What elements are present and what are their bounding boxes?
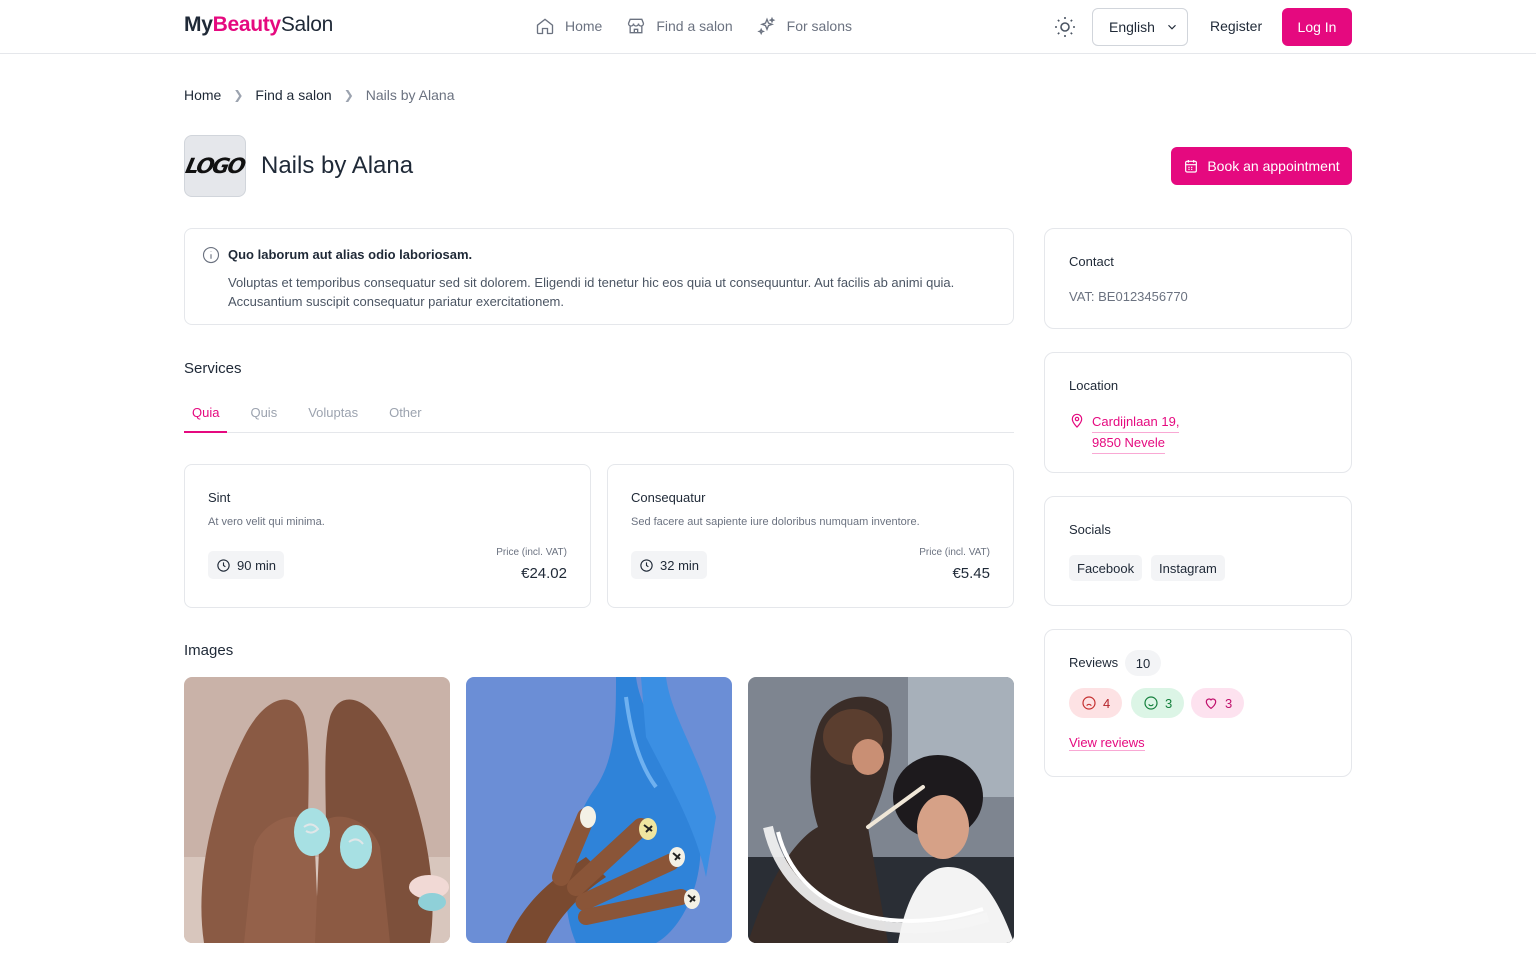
logo-my: My (184, 13, 213, 36)
nav-find-salon-label: Find a salon (656, 18, 733, 34)
positive-reviews-badge[interactable]: 3 (1131, 688, 1185, 718)
main-nav: Home Find a salon For salons (535, 16, 852, 36)
site-logo[interactable]: MyBeautySalon (184, 13, 333, 37)
salon-logo: LOGO (184, 135, 246, 197)
negative-reviews-badge[interactable]: 4 (1069, 688, 1123, 718)
love-reviews-badge[interactable]: 3 (1191, 688, 1245, 718)
sun-icon (1055, 17, 1075, 37)
home-icon (536, 18, 554, 35)
page-title: Nails by Alana (261, 152, 414, 179)
facebook-link[interactable]: Facebook (1069, 555, 1143, 581)
contact-card: Contact VAT: BE0123456770 (1044, 228, 1352, 329)
nav-home[interactable]: Home (535, 16, 602, 36)
duration-value: 32 min (660, 557, 700, 573)
chevron-down-icon (1168, 24, 1176, 30)
images-heading: Images (184, 642, 234, 659)
reviews-card: Reviews 10 4 3 3 View reviews (1044, 629, 1352, 777)
breadcrumb-find-salon[interactable]: Find a salon (255, 87, 331, 103)
contact-title: Contact (1069, 254, 1114, 269)
love-reviews-count: 3 (1225, 695, 1233, 711)
tab-quis[interactable]: Quis (242, 396, 285, 433)
services-heading: Services (184, 360, 242, 377)
location-card: Location Cardijnlaan 19, 9850 Nevele (1044, 352, 1352, 473)
makeup-artist-photo[interactable] (748, 677, 1014, 943)
breadcrumb: Home ❯ Find a salon ❯ Nails by Alana (184, 87, 454, 103)
language-select[interactable]: English (1092, 8, 1188, 46)
nav-find-salon[interactable]: Find a salon (626, 16, 733, 36)
info-body: Voluptas et temporibus consequatur sed s… (228, 275, 955, 309)
logo-beauty: Beauty (212, 13, 282, 36)
book-appointment-label: Book an appointment (1207, 158, 1340, 174)
price-label: Price (incl. VAT) (496, 547, 567, 558)
socials-title: Socials (1069, 522, 1111, 537)
service-description: Sed facere aut sapiente iure doloribus n… (631, 516, 920, 528)
address-link[interactable]: Cardijnlaan 19, 9850 Nevele (1092, 412, 1180, 454)
info-alert: Quo laborum aut alias odio laboriosam. V… (184, 228, 1014, 325)
smile-icon (1144, 696, 1158, 710)
tab-other[interactable]: Other (381, 396, 430, 433)
duration-value: 90 min (237, 557, 277, 573)
instagram-link[interactable]: Instagram (1151, 555, 1225, 581)
service-description: At vero velit qui minima. (208, 516, 325, 528)
clock-icon (217, 558, 230, 572)
duration-badge: 90 min (208, 551, 285, 579)
view-reviews-link[interactable]: View reviews (1069, 735, 1145, 751)
heart-icon (1205, 698, 1217, 710)
positive-reviews-count: 3 (1165, 695, 1173, 711)
blue-mannequin-nails-photo[interactable] (466, 677, 732, 943)
chevron-right-icon: ❯ (233, 88, 244, 102)
vat-number: VAT: BE0123456770 (1069, 289, 1188, 304)
duration-badge: 32 min (631, 551, 708, 579)
services-tabs: Quia Quis Voluptas Other (184, 396, 1014, 433)
salon-logo-text: LOGO (183, 154, 247, 178)
price-value: €24.02 (521, 565, 567, 582)
price-label: Price (incl. VAT) (919, 547, 990, 558)
calendar-icon (1185, 160, 1198, 173)
language-value: English (1109, 19, 1155, 35)
theme-toggle-button[interactable] (1053, 15, 1077, 39)
nail-art-photo[interactable] (184, 677, 450, 943)
reviews-count-badge: 10 (1125, 650, 1161, 676)
nav-for-salons[interactable]: For salons (756, 16, 852, 36)
logo-salon: Salon (280, 13, 334, 36)
tab-quia[interactable]: Quia (184, 396, 228, 433)
tab-voluptas[interactable]: Voluptas (300, 396, 366, 433)
book-appointment-button[interactable]: Book an appointment (1171, 147, 1352, 185)
frown-icon (1082, 696, 1096, 710)
price-value: €5.45 (952, 565, 990, 582)
address-line-2: 9850 Nevele (1092, 433, 1165, 454)
reviews-title: Reviews (1069, 655, 1119, 670)
register-link[interactable]: Register (1210, 18, 1262, 34)
info-title: Quo laborum aut alias odio laboriosam. (228, 247, 473, 262)
location-title: Location (1069, 378, 1119, 393)
service-card[interactable]: Consequatur Sed facere aut sapiente iure… (607, 464, 1014, 608)
breadcrumb-current: Nails by Alana (365, 87, 455, 103)
address-line-1: Cardijnlaan 19, (1092, 412, 1180, 433)
login-button[interactable]: Log In (1282, 8, 1352, 46)
service-card[interactable]: Sint At vero velit qui minima. 90 min Pr… (184, 464, 591, 608)
nav-for-salons-label: For salons (786, 18, 852, 34)
store-icon (628, 18, 645, 34)
map-pin-icon (1069, 413, 1085, 429)
breadcrumb-home[interactable]: Home (184, 87, 221, 103)
service-name: Sint (208, 490, 231, 505)
sparkles-icon (756, 16, 775, 36)
top-navigation-bar: MyBeautySalon Home Find a salon For salo… (0, 0, 1536, 54)
chevron-right-icon: ❯ (343, 88, 354, 102)
negative-reviews-count: 4 (1103, 695, 1111, 711)
info-icon (202, 246, 220, 264)
service-name: Consequatur (631, 490, 706, 505)
clock-icon (640, 558, 653, 572)
nav-home-label: Home (565, 18, 603, 34)
socials-card: Socials Facebook Instagram (1044, 496, 1352, 606)
